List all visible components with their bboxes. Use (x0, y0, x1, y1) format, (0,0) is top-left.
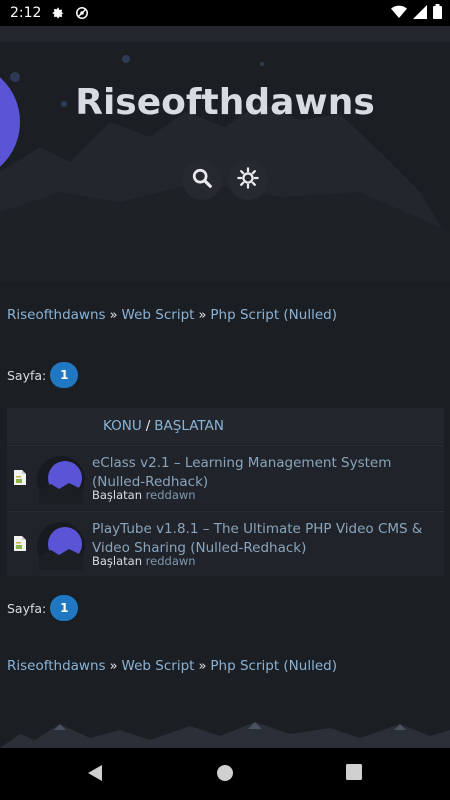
document-icon (13, 536, 26, 555)
status-bar: 2:12 (0, 0, 450, 26)
site-title: Riseofthdawns (75, 82, 375, 123)
column-separator: / (145, 418, 151, 434)
page-1-button[interactable]: 1 (50, 362, 79, 388)
search-button[interactable] (182, 160, 222, 200)
breadcrumb: Riseofthdawns » Web Script » Php Script … (7, 307, 337, 323)
topic-list-header: KONU / BAŞLATAN (7, 408, 444, 444)
breadcrumb-separator: » (109, 307, 118, 323)
signal-icon (413, 4, 427, 23)
breadcrumb-bottom: Riseofthdawns » Web Script » Php Script … (7, 658, 337, 674)
topic-row[interactable]: PlayTube v1.8.1 – The Ultimate PHP Video… (7, 511, 444, 576)
battery-icon (433, 4, 442, 23)
breadcrumb-php-script-link[interactable]: Php Script (Nulled) (210, 307, 337, 323)
sort-by-topic-link[interactable]: KONU (103, 418, 142, 434)
mountain-background-illustration (0, 55, 450, 282)
settings-gear-icon (51, 6, 65, 20)
breadcrumb-php-script-link[interactable]: Php Script (Nulled) (210, 658, 337, 674)
started-by-label: Başlatan (92, 488, 143, 502)
breadcrumb-separator: » (109, 658, 118, 674)
pagination: Sayfa: 1 (7, 362, 79, 388)
site-header: Riseofthdawns (0, 42, 450, 282)
theme-toggle-button[interactable] (228, 160, 268, 200)
pagination-label: Sayfa: (7, 600, 47, 616)
topic-title-link[interactable]: eClass v2.1 – Learning Management System… (92, 454, 437, 492)
footer-mountain-illustration (0, 712, 450, 748)
avatar[interactable] (37, 522, 85, 570)
sun-icon (237, 167, 259, 193)
breadcrumb-home-link[interactable]: Riseofthdawns (7, 658, 106, 674)
wifi-icon (391, 5, 407, 23)
topic-starter-link[interactable]: reddawn (146, 554, 196, 568)
navigation-bar (0, 748, 450, 800)
top-strip (0, 26, 450, 42)
breadcrumb-web-script-link[interactable]: Web Script (122, 307, 195, 323)
recents-button[interactable] (346, 764, 362, 784)
started-by-label: Başlatan (92, 554, 143, 568)
pagination-bottom: Sayfa: 1 (7, 595, 79, 621)
topic-row[interactable]: eClass v2.1 – Learning Management System… (7, 445, 444, 510)
topic-byline: Başlatan reddawn (92, 554, 196, 568)
breadcrumb-home-link[interactable]: Riseofthdawns (7, 307, 106, 323)
at-sign-icon (75, 6, 89, 20)
breadcrumb-separator: » (198, 307, 207, 323)
status-time: 2:12 (10, 5, 42, 21)
pagination-label: Sayfa: (7, 367, 47, 383)
breadcrumb-separator: » (198, 658, 207, 674)
document-icon (13, 470, 26, 489)
sort-by-starter-link[interactable]: BAŞLATAN (154, 418, 224, 434)
breadcrumb-web-script-link[interactable]: Web Script (122, 658, 195, 674)
home-button[interactable] (216, 764, 234, 786)
topic-byline: Başlatan reddawn (92, 488, 196, 502)
avatar[interactable] (37, 456, 85, 504)
search-icon (191, 167, 213, 193)
topic-starter-link[interactable]: reddawn (146, 488, 196, 502)
topic-title-link[interactable]: PlayTube v1.8.1 – The Ultimate PHP Video… (92, 520, 437, 558)
back-button[interactable] (86, 764, 104, 786)
page-1-button[interactable]: 1 (50, 595, 79, 621)
